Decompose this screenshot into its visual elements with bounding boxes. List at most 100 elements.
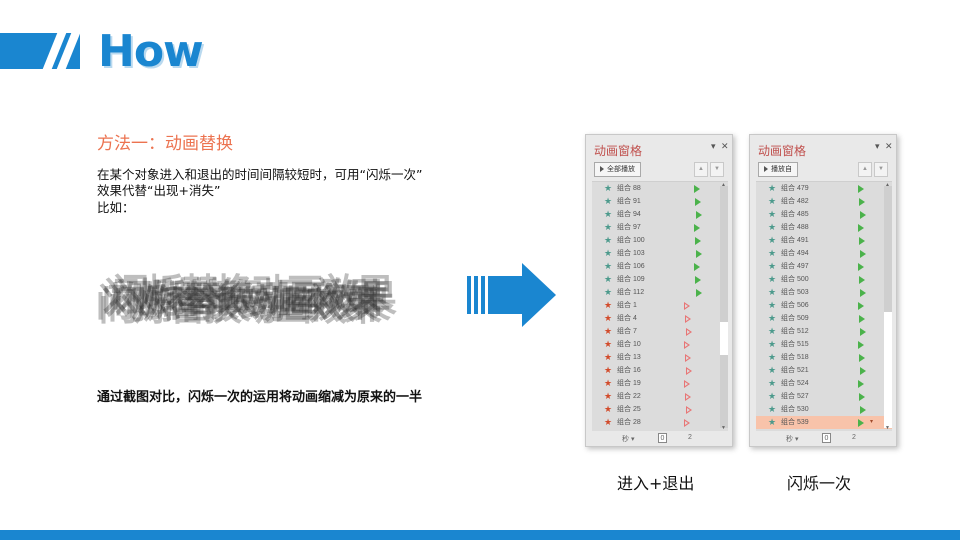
animation-list-item[interactable]: ★ 组合 506 [756,299,892,312]
panel-caption: 闪烁一次 [787,474,852,493]
animation-list-item[interactable]: ★ 组合 509 [756,312,892,325]
arrow-stripe [474,276,478,314]
animation-list-item[interactable]: ★ 组合 13 [592,351,728,364]
arrow-right-icon-head [522,263,556,327]
animation-item-label: 组合 482 [781,198,809,205]
star-icon: ★ [604,326,613,336]
animation-list-item[interactable]: ★ 组合 22 [592,390,728,403]
animation-item-label: 组合 97 [617,224,641,231]
animation-item-label: 组合 4 [617,315,637,322]
animation-list-item[interactable]: ★ 组合 521 [756,364,892,377]
animation-list-item[interactable]: ★ 组合 497 [756,260,892,273]
description-line: 在某个对象进入和退出的时间间隔较短时，可用“闪烁一次” [97,167,423,182]
scroll-down-icon[interactable]: ▼ [885,425,890,431]
animation-list-item[interactable]: ★ 组合 530 [756,403,892,416]
animation-list-item[interactable]: ★ 组合 106 [592,260,728,273]
animation-list-item[interactable]: ★ 组合 485 [756,208,892,221]
triangle-icon [696,289,702,297]
animation-list-item[interactable]: ★ 组合 7 [592,325,728,338]
animation-list-item[interactable]: ★ 组合 500 [756,273,892,286]
scrollbar-thumb[interactable] [720,321,728,356]
animation-item-label: 组合 518 [781,354,809,361]
arrow-stripe [467,276,471,314]
star-icon: ★ [768,274,777,284]
animation-list-item[interactable]: ★ 组合 512 [756,325,892,338]
triangle-icon [694,185,700,193]
play-button[interactable]: 全部播放 [594,162,641,177]
scroll-up-icon[interactable]: ▲ [885,182,890,188]
animation-list-item[interactable]: ★ 组合 4 [592,312,728,325]
pane-options-icon[interactable]: ▾ [875,141,880,152]
star-icon: ★ [768,404,777,414]
animation-list-item[interactable]: ★ 组合 19 [592,377,728,390]
move-down-icon[interactable]: ▼ [874,162,888,177]
animation-list-item[interactable]: ★ 组合 109 [592,273,728,286]
animation-item-label: 组合 100 [617,237,645,244]
timeline-unit[interactable]: 秒 ▾ [622,434,634,444]
animation-list-item[interactable]: ★ 组合 503 [756,286,892,299]
animation-item-label: 组合 500 [781,276,809,283]
star-icon: ★ [768,222,777,232]
triangle-icon [686,367,692,375]
animation-list-item[interactable]: ★ 组合 25 [592,403,728,416]
animation-list-item[interactable]: ★ 组合 16 [592,364,728,377]
animation-list: ★ 组合 479 ★ 组合 482 ★ 组合 485 ★ 组合 488 ★ 组合 491 ★ 组合 4… [756,181,892,431]
animation-list-item[interactable]: ★ 组合 518 [756,351,892,364]
pane-options-icon[interactable]: ▾ [711,141,716,152]
scroll-up-icon[interactable]: ▲ [721,182,726,188]
animation-list-item[interactable]: ★ 组合 28 [592,416,728,429]
move-up-icon[interactable]: ▲ [694,162,708,177]
star-icon: ★ [768,235,777,245]
triangle-icon [694,263,700,271]
star-icon: ★ [768,339,777,349]
triangle-icon [858,380,864,388]
move-up-icon[interactable]: ▲ [858,162,872,177]
star-icon: ★ [604,222,613,232]
animation-item-label: 组合 506 [781,302,809,309]
triangle-icon [695,198,701,206]
animation-list-item[interactable]: ★ 组合 94 [592,208,728,221]
animation-list-item[interactable]: ★ 组合 103 [592,247,728,260]
arrow-right-icon [488,276,524,314]
star-icon: ★ [604,287,613,297]
animation-list-item[interactable]: ★ 组合 100 [592,234,728,247]
play-button-label: 播放自 [771,166,792,173]
move-down-icon[interactable]: ▼ [710,162,724,177]
star-icon: ★ [768,313,777,323]
close-icon[interactable]: ✕ [721,141,729,152]
animation-list-item[interactable]: ★ 组合 515 [756,338,892,351]
triangle-icon [860,328,866,336]
animation-list-item[interactable]: ★ 组合 491 [756,234,892,247]
animation-item-label: 组合 479 [781,185,809,192]
play-button[interactable]: 播放自 [758,162,798,177]
triangle-icon [694,224,700,232]
close-icon[interactable]: ✕ [885,141,893,152]
animation-list-item[interactable]: ★ 组合 91 [592,195,728,208]
animation-list-item[interactable]: ★ 组合 539 ▾ [756,416,892,429]
animation-item-label: 组合 539 [781,419,809,426]
scrollbar-track[interactable] [720,186,728,428]
star-icon: ★ [768,365,777,375]
animation-list-item[interactable]: ★ 组合 112 [592,286,728,299]
animation-item-label: 组合 1 [617,302,637,309]
star-icon: ★ [604,261,613,271]
animation-list-item[interactable]: ★ 组合 527 [756,390,892,403]
scroll-down-icon[interactable]: ▼ [721,425,726,431]
animation-list-item[interactable]: ★ 组合 488 [756,221,892,234]
animation-list-item[interactable]: ★ 组合 88 [592,182,728,195]
description-line: 比如： [97,200,135,215]
triangle-icon [684,302,690,310]
animation-list-item[interactable]: ★ 组合 97 [592,221,728,234]
animation-list-item[interactable]: ★ 组合 524 [756,377,892,390]
triangle-icon [860,250,866,258]
scrollbar-thumb[interactable] [884,311,892,428]
star-icon: ★ [768,287,777,297]
animation-list-item[interactable]: ★ 组合 482 [756,195,892,208]
animation-list-item[interactable]: ★ 组合 10 [592,338,728,351]
animation-list-item[interactable]: ★ 组合 1 [592,299,728,312]
timeline-unit[interactable]: 秒 ▾ [786,434,798,444]
animation-list-item[interactable]: ★ 组合 479 [756,182,892,195]
item-dropdown-icon[interactable]: ▾ [870,416,873,429]
animation-list-item[interactable]: ★ 组合 494 [756,247,892,260]
triangle-icon [859,276,865,284]
